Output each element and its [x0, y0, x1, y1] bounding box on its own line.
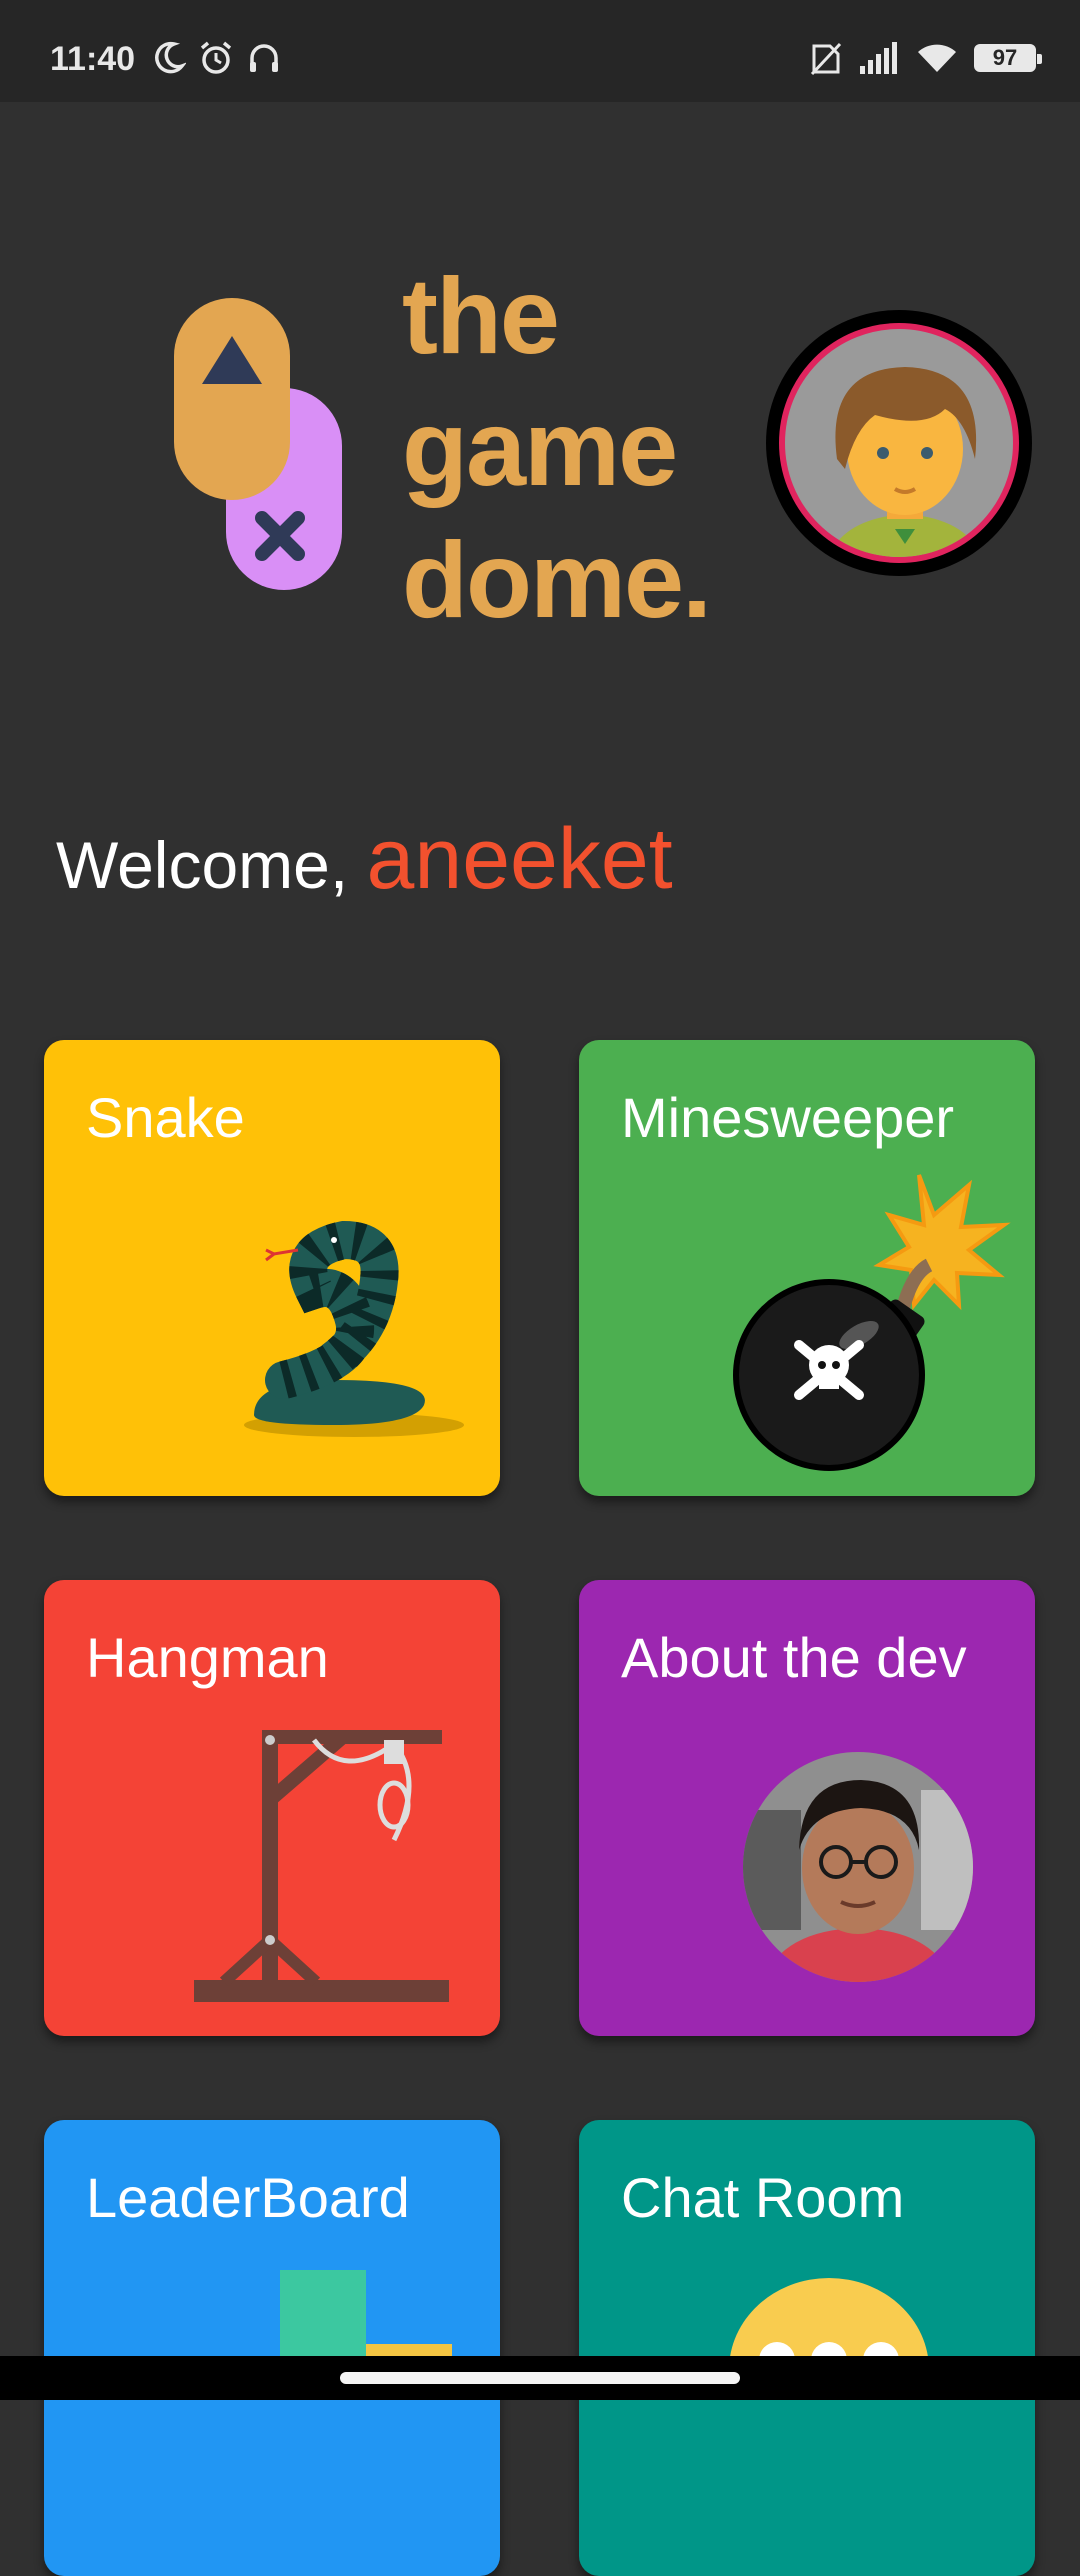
- avatar-character-icon: [828, 367, 982, 557]
- bomb-icon: [733, 1174, 1011, 1471]
- no-sim-icon: [810, 42, 842, 76]
- wifi-icon: [918, 44, 956, 72]
- home-gesture-handle[interactable]: [340, 2372, 740, 2384]
- card-about-the-dev[interactable]: About the dev: [579, 1580, 1035, 2036]
- card-chat-room[interactable]: Chat Room: [579, 2120, 1035, 2576]
- signal-icon: [860, 42, 897, 74]
- battery-icon: 97: [974, 44, 1042, 72]
- status-time: 11:40: [50, 40, 136, 78]
- welcome-label: Welcome,: [56, 828, 349, 902]
- profile-avatar[interactable]: [766, 310, 1032, 576]
- moon-icon: [155, 41, 186, 74]
- gamepad-logo-icon: [174, 298, 342, 590]
- card-leaderboard[interactable]: LeaderBoard: [44, 2120, 500, 2576]
- card-snake[interactable]: Snake: [44, 1040, 500, 1496]
- card-title: Snake: [86, 1086, 245, 1149]
- alarm-icon: [200, 41, 232, 74]
- headset-icon: [250, 44, 278, 72]
- card-title: Minesweeper: [621, 1086, 955, 1149]
- logo-line-3: dome.: [402, 519, 712, 640]
- developer-photo: [743, 1752, 973, 1982]
- card-hangman[interactable]: Hangman: [44, 1580, 500, 2036]
- card-title: Chat Room: [621, 2166, 905, 2229]
- gallows-icon: [194, 1730, 449, 2002]
- snake-icon: [244, 1220, 464, 1437]
- battery-level: 97: [992, 45, 1018, 70]
- card-title: About the dev: [621, 1626, 967, 1689]
- card-title: LeaderBoard: [86, 2166, 410, 2229]
- logo-line-2: game: [402, 387, 678, 508]
- card-minesweeper[interactable]: Minesweeper: [579, 1040, 1035, 1496]
- app-logo-text: the game dome.: [402, 250, 712, 646]
- navigation-bar: [0, 2356, 1080, 2400]
- status-bar: 11:40 97: [0, 0, 1080, 102]
- logo-line-1: the: [402, 255, 560, 376]
- welcome-message: Welcome, aneeket: [56, 810, 673, 909]
- username: aneeket: [366, 811, 673, 907]
- card-title: Hangman: [86, 1626, 329, 1689]
